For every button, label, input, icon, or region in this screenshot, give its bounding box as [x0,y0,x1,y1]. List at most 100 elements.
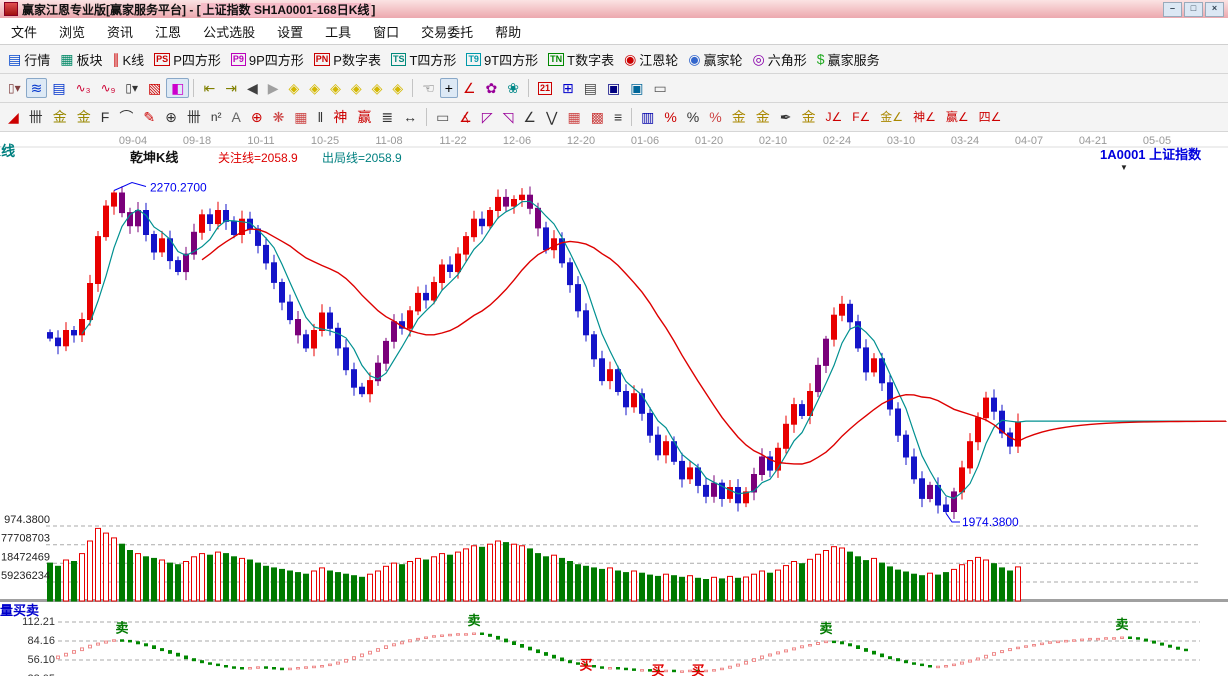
bar-stats-button[interactable]: ▥ [636,107,659,127]
black-fan-button[interactable]: ∠ [518,107,541,127]
nine-p-square-button[interactable]: P99P四方形 [226,48,309,71]
menu-window[interactable]: 窗口 [362,21,410,42]
win-angle-button[interactable]: 赢∠ [941,107,974,127]
web-grid-button[interactable]: ▦ [289,107,312,127]
ruler-123-button[interactable]: ≣ [376,107,398,127]
menu-news[interactable]: 资讯 [96,21,144,42]
notepad-button[interactable]: ▤ [579,78,602,98]
prev-bar-button[interactable]: ◀ [242,78,263,98]
shift-right-button[interactable]: ◈ [304,78,325,98]
first-page-button[interactable]: ⇤ [198,78,220,98]
purple-fan-box2-button[interactable]: ◹ [498,107,519,127]
info-panel-button[interactable]: ▤ [47,78,70,98]
kline-chart[interactable]: 09-0409-1810-1110-2511-0811-2212-0612-20… [0,132,1228,676]
maximize-button[interactable]: □ [1184,2,1203,17]
f-comb-button[interactable]: F [96,107,115,127]
span-arrow-button[interactable]: ↔ [398,107,422,127]
purple-fan-box-button[interactable]: ◸ [477,107,498,127]
last-page-button[interactable]: ⇥ [220,78,242,98]
angle-measure-button[interactable]: ∠ [458,78,481,98]
gold-angle-button[interactable]: 金∠ [875,107,908,127]
t-number-table-button[interactable]: TNT数字表 [543,48,619,71]
gold-circle-button[interactable]: 金 [727,107,751,127]
quotes-button[interactable]: ▤行情 [3,48,55,71]
wave-3-button[interactable]: ∿₃ [71,78,96,98]
winner-wheel-button[interactable]: ◉赢家轮 [683,48,747,71]
sectors-button[interactable]: ▦板块 [55,48,107,71]
winner-service-button[interactable]: $赢家服务 [812,48,885,71]
calculator-button[interactable]: ⊞ [557,78,579,98]
single-kline-dropdown[interactable]: ▯▾ [120,78,143,98]
menu-browse[interactable]: 浏览 [48,21,96,42]
wave-9-button[interactable]: ∿₉ [96,78,121,98]
j-angle-button[interactable]: J∠ [820,107,847,127]
zoom-in-h-button[interactable]: ◈ [346,78,367,98]
zoom-out-h-button-icon: ◈ [330,80,341,96]
menu-formula-stockpick[interactable]: 公式选股 [192,21,266,42]
lines-button[interactable]: ≡ [609,107,627,127]
nine-t-square-button[interactable]: T99T四方形 [461,48,543,71]
comb-button[interactable]: 卌 [182,107,206,127]
menu-file[interactable]: 文件 [0,21,48,42]
web-button[interactable]: ❋ [268,107,290,127]
profile-button[interactable]: ◧ [166,78,189,98]
gold-comb-button[interactable]: 金 [48,107,72,127]
hexagon-button[interactable]: ◎六角形 [748,48,812,71]
shen-comb-button[interactable]: 神 [328,107,352,127]
t-square-button[interactable]: TST四方形 [386,48,461,71]
save-button[interactable]: ▣ [602,78,625,98]
p-number-table-button[interactable]: PNP数字表 [309,48,386,71]
a-line-button[interactable]: A [226,107,245,127]
red-fan-button[interactable]: ∡ [454,107,477,127]
spiral-button[interactable]: ⌒ [114,107,138,127]
cycle-shape-button[interactable]: ❀ [502,78,524,98]
hand-tool-button[interactable]: ☜ [417,78,440,98]
pattern-button[interactable]: ▧ [143,78,166,98]
percent-line-button[interactable]: % [704,107,726,127]
shen-angle-button[interactable]: 神∠ [908,107,941,127]
compress-all-button[interactable]: ◈ [387,78,408,98]
minimize-button[interactable]: – [1163,2,1182,17]
red-pen-button[interactable]: ✎ [138,107,160,127]
red-target-button[interactable]: ⊕ [246,107,268,127]
kline-button[interactable]: ∥K线 [108,48,150,71]
red-grid-button[interactable]: ▦ [562,107,585,127]
win-comb-button[interactable]: 赢 [352,107,376,127]
gann-wheel-button[interactable]: ◉江恩轮 [619,48,683,71]
next-bar-button[interactable]: ▶ [263,78,284,98]
brush-tool-button[interactable]: ◢ [3,107,24,127]
rect-tool-button[interactable]: ▭ [431,107,454,127]
f-angle-button[interactable]: F∠ [847,107,875,127]
overlay-chart-button[interactable]: ≋ [26,78,48,98]
calendar-button[interactable]: 21 [533,80,557,97]
circle-comb-button[interactable]: ⊕ [160,107,182,127]
crosshair-tool-button[interactable]: + [440,78,458,98]
wave-v-button[interactable]: ⋁ [541,107,562,127]
ink-pen-button[interactable]: ✒ [775,107,797,127]
four-angle-button[interactable]: 四∠ [974,107,1007,127]
menu-tools[interactable]: 工具 [314,21,362,42]
p-square-button[interactable]: PSP四方形 [149,48,226,71]
percent-button[interactable]: % [682,107,704,127]
k-marks-button[interactable]: ǁ [313,107,329,127]
gold-comb2-button[interactable]: 金 [72,107,96,127]
close-button[interactable]: × [1205,2,1224,17]
n-squared-button[interactable]: n² [206,107,227,127]
gold-line-button[interactable]: 金 [751,107,775,127]
red-grid2-button[interactable]: ▩ [586,107,609,127]
gann-shape-button[interactable]: ✿ [481,78,503,98]
zoom-out-h-button[interactable]: ◈ [325,78,346,98]
percent-red-button[interactable]: % [659,107,681,127]
expand-all-button[interactable]: ◈ [367,78,388,98]
menu-gann[interactable]: 江恩 [144,21,192,42]
chart-area[interactable]: 09-0409-1810-1110-2511-0811-2212-0612-20… [0,132,1228,676]
shift-left-button[interactable]: ◈ [284,78,305,98]
gold-wave-button[interactable]: 金 [796,107,820,127]
menu-trade-entrust[interactable]: 交易委托 [410,21,484,42]
kline-type-dropdown[interactable]: ▯▾ [3,78,26,98]
menu-settings[interactable]: 设置 [266,21,314,42]
save-remote-button[interactable]: ▣ [625,78,648,98]
gann-comb-button[interactable]: 卌 [24,107,48,127]
menu-help[interactable]: 帮助 [484,21,532,42]
print-button[interactable]: ▭ [648,78,671,98]
